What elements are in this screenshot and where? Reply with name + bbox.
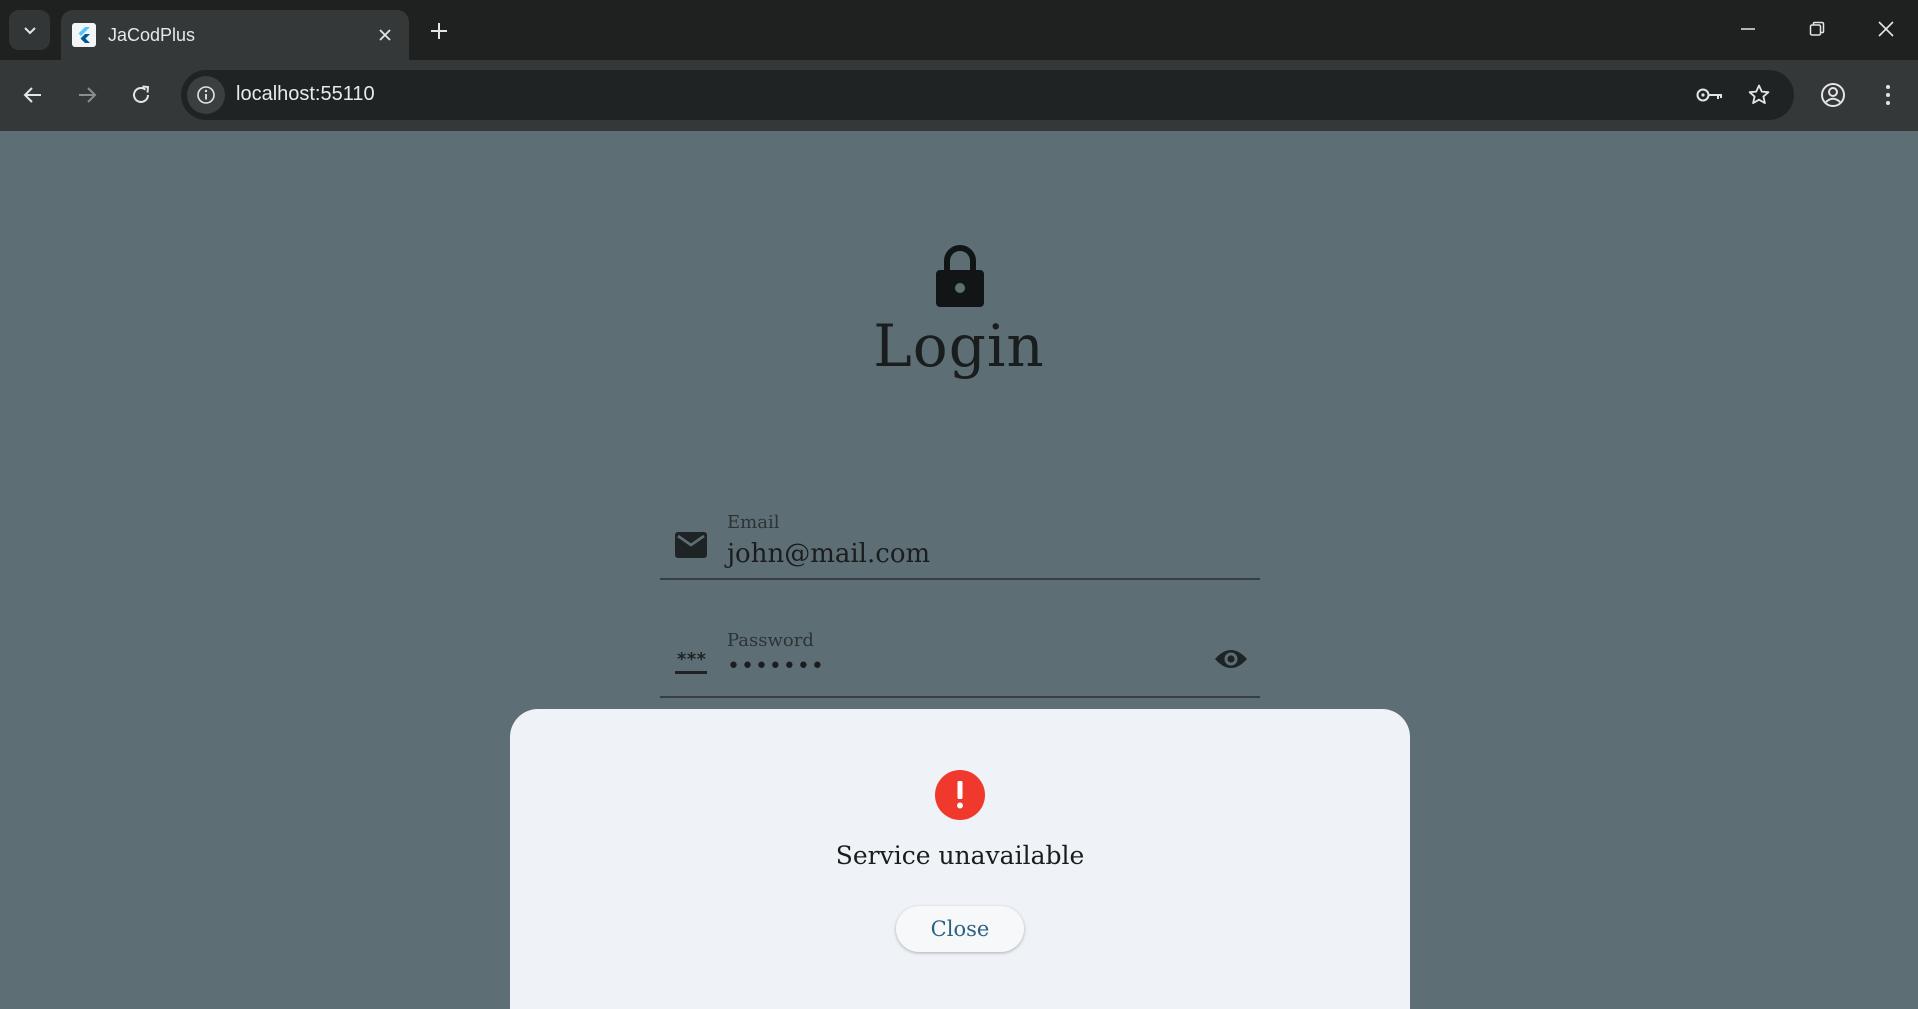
error-alert-icon [935,770,985,820]
reload-icon[interactable] [124,78,158,112]
password-input[interactable]: ••••••• [727,654,825,679]
browser-toolbar: localhost:55110 [0,60,1918,131]
mail-icon [674,530,708,560]
email-field[interactable]: Email john@mail.com [660,490,1260,580]
tab-close-icon[interactable] [375,25,395,45]
address-bar[interactable]: localhost:55110 [181,70,1794,120]
restore-icon[interactable] [1802,14,1832,44]
chevron-down-icon [23,27,36,35]
browser-tab[interactable]: JaCodPlus [61,10,409,60]
lock-icon [930,240,990,310]
tab-title: JaCodPlus [108,24,196,45]
site-info-icon[interactable] [187,76,225,114]
password-asterisks-icon: *** [674,648,708,678]
error-bottom-sheet: Service unavailable Close [510,709,1410,1009]
browser-tab-bar: JaCodPlus [0,0,1918,60]
browser-menu-icon[interactable] [1871,78,1905,112]
eye-visibility-icon[interactable] [1212,644,1250,674]
new-tab-plus-icon[interactable] [426,18,452,44]
tab-search-button[interactable] [9,10,50,50]
profile-avatar-icon[interactable] [1816,78,1850,112]
window-close-icon[interactable] [1871,14,1901,44]
password-field[interactable]: *** Password ••••••• [660,608,1260,698]
close-button[interactable]: Close [896,906,1024,952]
url-text[interactable]: localhost:55110 [236,83,375,106]
error-message: Service unavailable [835,841,1085,870]
page-title: Login [873,312,1045,380]
minimize-icon[interactable] [1733,14,1763,44]
email-label: Email [727,512,780,533]
bookmark-star-icon[interactable] [1744,80,1774,110]
email-input[interactable]: john@mail.com [727,539,930,569]
password-label: Password [727,630,814,651]
flutter-favicon-icon [72,23,96,47]
back-arrow-icon[interactable] [16,78,50,112]
password-key-icon[interactable] [1695,80,1725,110]
forward-arrow-icon[interactable] [70,78,104,112]
